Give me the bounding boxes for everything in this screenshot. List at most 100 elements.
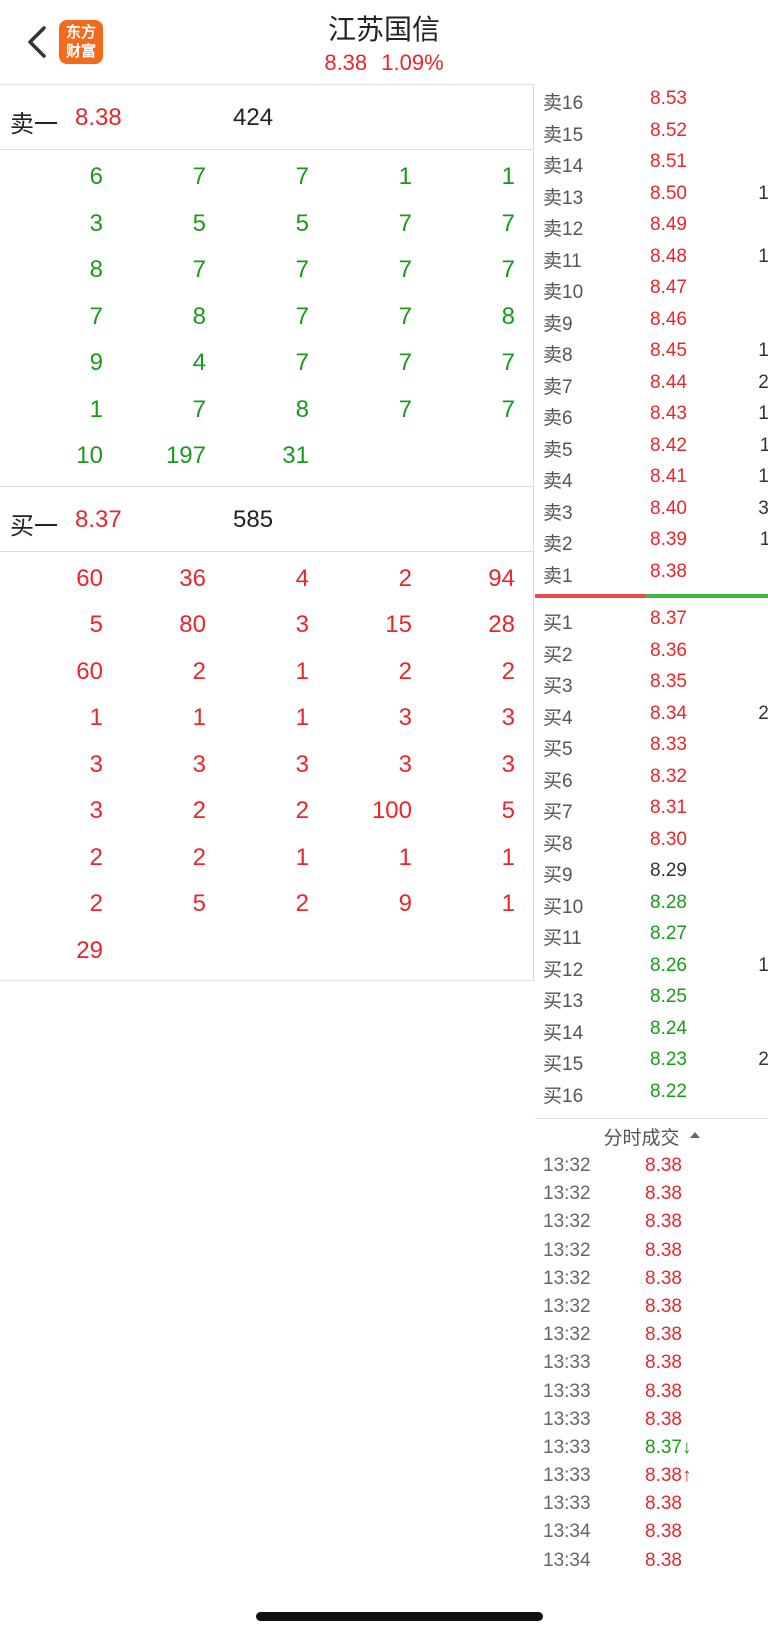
tick-volume: 9 (730, 1155, 768, 1177)
queue-cell: 1 (398, 163, 412, 191)
ask-level-row[interactable]: 卖6 8.43 190 (535, 399, 768, 431)
tick-row: 13:34 8.38 (535, 1518, 768, 1546)
ask-ratio-bar (535, 594, 645, 598)
tick-time: 13:33 (543, 1465, 591, 1487)
sell-queue-grid: 6 7 7 1 1 3 5 5 7 7 8 7 7 7 7 7 8 7 7 8 9 4 7 7 7 1 7 8 7 7 10 197 31 (0, 150, 533, 486)
level-volume: 25 (730, 923, 768, 945)
queue-row: 2 2 1 1 1 (0, 835, 533, 882)
queue-cell: 1 (192, 704, 206, 732)
ask-level-row[interactable]: 卖12 8.49 67 (535, 210, 768, 242)
bid-level-row[interactable]: 买6 8.32 13 (535, 762, 768, 794)
bid-level-row[interactable]: 买5 8.33 86 (535, 730, 768, 762)
ticks-header[interactable]: 分时成交 (535, 1118, 768, 1151)
ask-level-row[interactable]: 卖13 8.50 128 (535, 179, 768, 211)
level-volume: 100 (758, 245, 768, 267)
ask-level-row[interactable]: 卖3 8.40 342 (535, 494, 768, 526)
queue-cell: 2 (501, 657, 515, 685)
queue-cell: 7 (192, 163, 206, 191)
tick-row: 13:33 8.38↑ (535, 1462, 768, 1490)
level-label: 卖13 (543, 187, 584, 209)
tick-price: 8.38 (645, 1408, 682, 1430)
bid-level-row[interactable]: 买1 8.37 58 (535, 604, 768, 636)
queue-cell: 3 (501, 750, 515, 778)
ask-level-row[interactable]: 卖5 8.42 119 (535, 431, 768, 463)
level-price: 8.45 (650, 340, 687, 361)
queue-cell: 2 (89, 890, 103, 918)
level-label: 买3 (543, 676, 573, 697)
bid-level-row[interactable]: 买3 8.35 50 (535, 667, 768, 699)
ask-level-row[interactable]: 卖16 8.53 66 (535, 84, 768, 116)
level-volume: 212 (758, 1049, 768, 1070)
level-price: 8.29 (650, 860, 687, 881)
queue-cell: 9 (89, 349, 103, 377)
tick-price: 8.38 (645, 1521, 682, 1543)
queue-cell: 1 (398, 843, 412, 871)
queue-cell: 1 (295, 657, 309, 685)
ask-level-row[interactable]: 卖15 8.52 10 (535, 116, 768, 148)
level-volume: 29 (730, 1081, 768, 1103)
bid-level-row[interactable]: 买10 8.28 24 (535, 888, 768, 920)
tick-time: 13:32 (543, 1267, 591, 1289)
bid-level-row[interactable]: 买4 8.34 260 (535, 699, 768, 731)
queue-cell: 3 (501, 704, 515, 732)
level-volume: 66 (730, 88, 768, 110)
queue-row: 2 5 2 9 1 (0, 881, 533, 928)
ask-level-row[interactable]: 卖8 8.45 187 (535, 336, 768, 368)
queue-cell: 7 (398, 395, 412, 423)
level-volume: 70 (730, 829, 768, 851)
queue-cell: 8 (295, 395, 309, 423)
queue-cell: 1 (89, 395, 103, 423)
queue-cell: 3 (398, 750, 412, 778)
level-price: 8.47 (650, 277, 687, 298)
buy1-volume: 585 (233, 505, 274, 533)
queue-row: 7 8 7 7 8 (0, 294, 533, 341)
bid-level-row[interactable]: 买2 8.36 15 (535, 636, 768, 668)
level-volume: 38 (730, 986, 768, 1008)
bid-level-row[interactable]: 买16 8.22 29 (535, 1077, 768, 1109)
tick-time: 13:32 (543, 1155, 591, 1176)
queue-cell: 3 (89, 750, 103, 778)
tick-volume: 4 (730, 1381, 768, 1403)
ask-level-row[interactable]: 卖1 8.38 42 (535, 557, 768, 589)
tick-time: 13:32 (543, 1239, 591, 1261)
home-indicator[interactable] (256, 1612, 543, 1621)
level-volume: 229 (758, 371, 768, 393)
queue-cell: 7 (295, 163, 309, 191)
bid-level-row[interactable]: 买13 8.25 38 (535, 982, 768, 1014)
level-volume: 128 (758, 182, 768, 204)
level-volume: 67 (730, 214, 768, 236)
tick-time: 13:33 (543, 1436, 591, 1458)
bid-level-row[interactable]: 买9 8.29 3 (535, 856, 768, 888)
tick-row: 13:33 8.38 (535, 1406, 768, 1434)
ask-level-row[interactable]: 卖7 8.44 229 (535, 368, 768, 400)
tick-row: 13:32 8.38 17 (535, 1180, 768, 1208)
level-volume: 138 (758, 954, 768, 976)
tick-price: 8.38 (645, 1211, 682, 1233)
queue-cell: 1 (89, 704, 103, 732)
queue-row: 5 80 3 15 28 (0, 602, 533, 649)
queue-cell: 2 (295, 797, 309, 825)
bid-level-row[interactable]: 买14 8.24 13 (535, 1014, 768, 1046)
sell1-label: 卖一 (10, 111, 58, 138)
level-volume: 13 (730, 1018, 768, 1040)
bid-level-row[interactable]: 买7 8.31 77 (535, 793, 768, 825)
ask-level-row[interactable]: 卖2 8.39 112 (535, 525, 768, 557)
level-label: 买16 (543, 1085, 584, 1107)
queue-cell: 6 (89, 163, 103, 191)
ask-level-row[interactable]: 卖14 8.51 23 (535, 147, 768, 179)
bid-level-row[interactable]: 买11 8.27 25 (535, 919, 768, 951)
level-price: 8.41 (650, 466, 687, 487)
queue-cell: 5 (295, 209, 309, 237)
ticks-header-label: 分时成交 (603, 1128, 680, 1149)
stock-name: 江苏国信 (327, 14, 440, 45)
tick-price: 8.38 (645, 1549, 682, 1571)
ask-level-row[interactable]: 卖11 8.48 100 (535, 242, 768, 274)
ask-level-row[interactable]: 卖4 8.41 165 (535, 462, 768, 494)
bid-level-row[interactable]: 买15 8.23 212 (535, 1045, 768, 1077)
ask-level-row[interactable]: 卖10 8.47 24 (535, 273, 768, 305)
level-price: 8.44 (650, 371, 687, 393)
bid-level-row[interactable]: 买12 8.26 138 (535, 951, 768, 983)
ask-level-row[interactable]: 卖9 8.46 42 (535, 305, 768, 337)
bid-level-row[interactable]: 买8 8.30 70 (535, 825, 768, 857)
time-and-sales-list[interactable]: 13:32 8.38 9 13:32 8.38 17 13:32 8.38 5 13:32 8.38… (535, 1152, 768, 1575)
